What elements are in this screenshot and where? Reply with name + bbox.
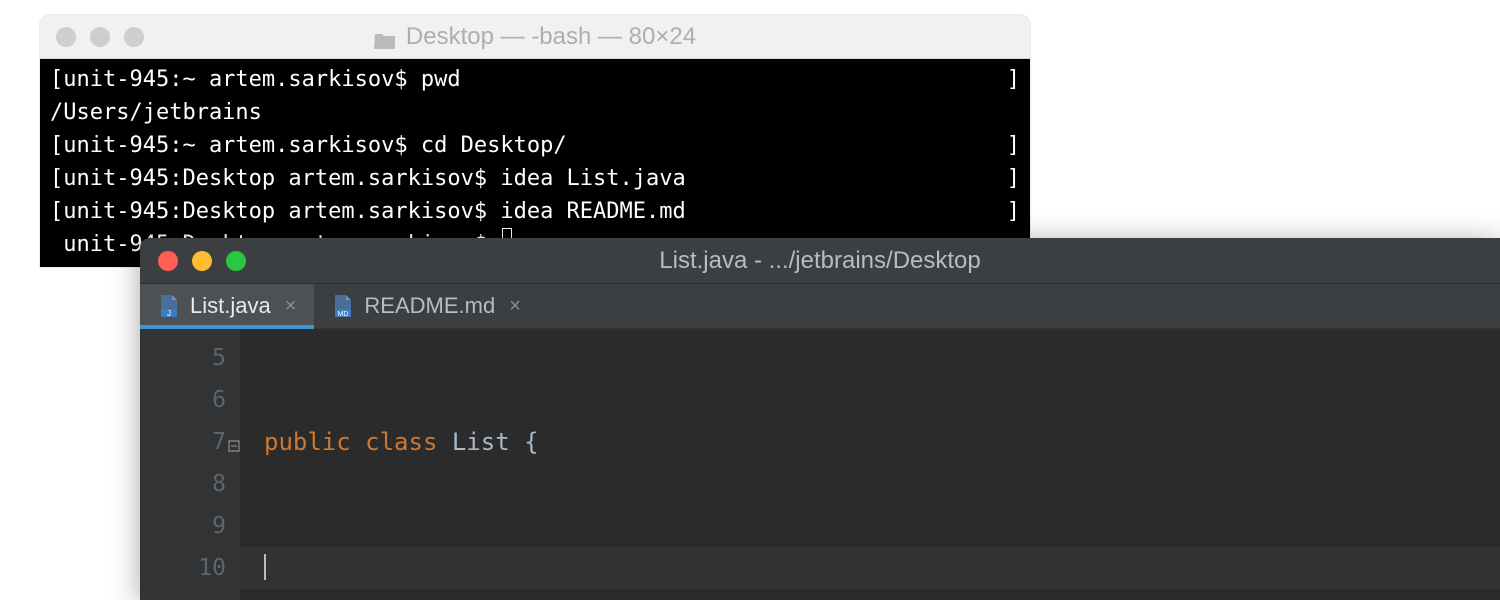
ide-titlebar[interactable]: List.java - .../jetbrains/Desktop bbox=[140, 238, 1500, 284]
ide-title: List.java - .../jetbrains/Desktop bbox=[140, 247, 1500, 275]
minimize-button[interactable] bbox=[90, 27, 110, 47]
fold-marker-icon[interactable] bbox=[227, 425, 241, 439]
code-area[interactable]: public class List { public static void m… bbox=[240, 329, 1500, 600]
maximize-button[interactable] bbox=[226, 251, 246, 271]
java-file-icon: J bbox=[158, 294, 180, 318]
tab-label: List.java bbox=[190, 293, 271, 319]
line-number: 10 bbox=[140, 547, 226, 589]
close-icon[interactable]: × bbox=[281, 295, 297, 318]
ide-window: List.java - .../jetbrains/Desktop J List… bbox=[140, 238, 1500, 600]
folder-icon bbox=[374, 28, 396, 46]
minimize-button[interactable] bbox=[192, 251, 212, 271]
terminal-line: [unit-945:~ artem.sarkisov$ pwd] bbox=[50, 63, 1020, 96]
terminal-titlebar[interactable]: Desktop — -bash — 80×24 bbox=[40, 15, 1030, 59]
line-number: 8 bbox=[140, 463, 226, 505]
line-number: 9 bbox=[140, 505, 226, 547]
line-gutter[interactable]: 5 6 7 8 9 10 bbox=[140, 329, 240, 600]
maximize-button[interactable] bbox=[124, 27, 144, 47]
tab-list-java[interactable]: J List.java × bbox=[140, 284, 314, 328]
editor-caret bbox=[264, 554, 266, 580]
close-button[interactable] bbox=[56, 27, 76, 47]
tab-readme-md[interactable]: MD README.md × bbox=[314, 284, 538, 328]
terminal-line: /Users/jetbrains bbox=[50, 96, 1020, 129]
svg-text:J: J bbox=[167, 309, 171, 318]
line-number: 7 bbox=[140, 421, 226, 463]
editor-body: 5 6 7 8 9 10 public class List { public … bbox=[140, 329, 1500, 600]
terminal-body[interactable]: [unit-945:~ artem.sarkisov$ pwd] /Users/… bbox=[40, 59, 1030, 267]
close-button[interactable] bbox=[158, 251, 178, 271]
tab-label: README.md bbox=[364, 293, 495, 319]
terminal-title: Desktop — -bash — 80×24 bbox=[40, 23, 1030, 51]
editor-tabs: J List.java × MD README.md × bbox=[140, 284, 1500, 329]
terminal-line: [unit-945:~ artem.sarkisov$ cd Desktop/] bbox=[50, 129, 1020, 162]
traffic-lights bbox=[56, 27, 144, 47]
terminal-line: [unit-945:Desktop artem.sarkisov$ idea L… bbox=[50, 162, 1020, 195]
terminal-line: [unit-945:Desktop artem.sarkisov$ idea R… bbox=[50, 195, 1020, 228]
code-line: public class List { bbox=[264, 421, 1500, 463]
terminal-window: Desktop — -bash — 80×24 [unit-945:~ arte… bbox=[40, 15, 1030, 267]
close-icon[interactable]: × bbox=[505, 295, 521, 318]
code-line-active bbox=[240, 547, 1500, 589]
terminal-title-text: Desktop — -bash — 80×24 bbox=[406, 23, 696, 51]
line-number: 5 bbox=[140, 337, 226, 379]
traffic-lights bbox=[158, 251, 246, 271]
line-number: 6 bbox=[140, 379, 226, 421]
md-file-icon: MD bbox=[332, 294, 354, 318]
svg-text:MD: MD bbox=[338, 311, 349, 318]
